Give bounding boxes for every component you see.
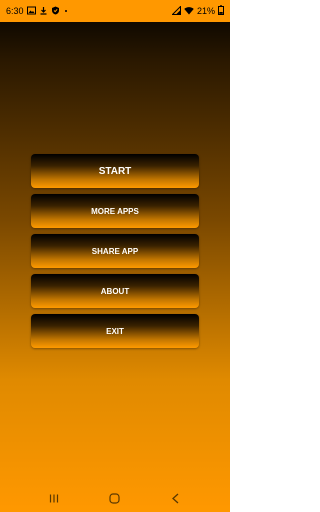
back-icon[interactable] xyxy=(164,488,188,508)
share-app-button-label: SHARE APP xyxy=(91,246,139,256)
status-bar: 6:30 21% xyxy=(0,0,230,22)
battery-percent: 21% xyxy=(196,6,215,16)
about-button[interactable]: ABOUT xyxy=(31,274,199,308)
status-left: 6:30 xyxy=(6,6,67,17)
dot-icon xyxy=(64,10,67,12)
home-icon[interactable] xyxy=(103,488,127,508)
app-screen: 6:30 21% START MORE APPS SHARE APP ABOUT… xyxy=(0,0,230,512)
exit-button-label: EXIT xyxy=(106,326,124,336)
about-button-label: ABOUT xyxy=(100,286,130,296)
navigation-bar xyxy=(0,484,230,512)
signal-icon xyxy=(171,4,181,17)
start-button[interactable]: START xyxy=(31,154,199,188)
exit-button[interactable]: EXIT xyxy=(31,314,199,348)
more-apps-button[interactable]: MORE APPS xyxy=(31,194,199,228)
start-button-label: START xyxy=(98,165,132,177)
status-time: 6:30 xyxy=(6,6,24,16)
recents-icon[interactable] xyxy=(42,488,66,508)
share-app-button[interactable]: SHARE APP xyxy=(31,234,199,268)
more-apps-button-label: MORE APPS xyxy=(91,206,139,216)
shield-check-icon xyxy=(51,6,60,17)
battery-icon xyxy=(218,5,224,17)
status-right: 21% xyxy=(171,4,224,17)
wifi-icon xyxy=(184,6,194,17)
download-icon xyxy=(39,6,48,17)
main-menu: START MORE APPS SHARE APP ABOUT EXIT xyxy=(31,154,199,354)
photo-icon xyxy=(26,6,36,17)
